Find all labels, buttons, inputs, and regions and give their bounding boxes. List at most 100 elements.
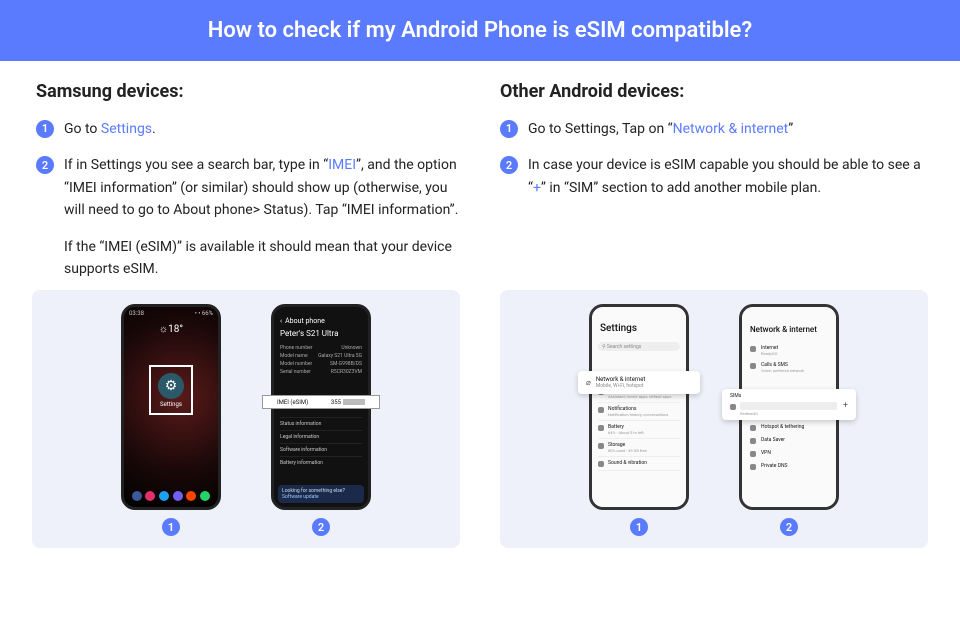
device-name: Peter's S21 Ultra [274,327,368,344]
row-icon [750,346,756,352]
samsung-mock-2: ‹About phone Peter's S21 Ultra Phone num… [271,304,371,536]
list-item: Legal information [280,430,362,443]
about-phone-label: About phone [285,317,325,325]
settings-label: Settings [160,401,182,408]
text: If in Settings you see a search bar, typ… [64,157,328,173]
imei-value: 355 [331,399,341,406]
row-l: Model name [280,353,308,359]
row-sub: Notification history, conversations [608,412,668,417]
row-icon [598,407,604,413]
row-icon [750,363,756,369]
row-r: Galaxy S21 Ultra 5G [318,353,362,359]
row-icon [598,425,604,431]
row-l: Model number [280,361,312,367]
samsung-step-1: 1 Go to Settings. [36,118,460,140]
other-mock-1: Settings ⚲ Search settings AppsAssistant… [589,304,689,536]
imei-esim-label: IMEI (eSIM) [277,399,308,406]
row-icon [750,451,756,457]
page-title: How to check if my Android Phone is eSIM… [208,18,752,43]
row-r: Unknown [341,345,362,351]
search-bar: ⚲ Search settings [598,342,680,351]
status-icons: • • 66% [195,310,213,317]
settings-link[interactable]: Settings [101,121,152,137]
mock-badge: 2 [312,518,330,536]
plus-link[interactable]: + [533,180,541,196]
row-sub: ReadyGO [761,351,778,356]
settings-list: AppsAssistant, recent apps, default apps… [592,381,686,475]
row-r: R5CR30Z3VM [331,369,362,375]
wifi-icon: ⌀ [586,378,591,387]
row-r: SM-G998B/DS [330,361,362,367]
plus-icon: + [843,401,848,411]
popup-sub: Mobile, Wi-Fi, hotspot [596,383,646,389]
mock-badge: 1 [162,518,180,536]
list-item: Software information [280,443,362,456]
content: Samsung devices: 1 Go to Settings. 2 If … [0,61,960,280]
samsung-phone-2: ‹About phone Peter's S21 Ultra Phone num… [271,304,371,510]
sims-popup: SIMs + RedteaGO [722,389,856,420]
other-column: Other Android devices: 1 Go to Settings,… [500,81,924,280]
text: ” [788,121,793,137]
samsung-phone-1: 03:38• • 66% ☼18° ⚙ Settings [121,304,221,510]
row-title: VPN [761,450,771,456]
page-header: How to check if my Android Phone is eSIM… [0,0,960,61]
step-text: If in Settings you see a search bar, typ… [64,154,460,221]
row-l: Serial number [280,369,311,375]
row-sub: Assistant, recent apps, default apps [608,394,671,399]
row-title: Data Saver [761,437,785,443]
samsung-step-2: 2 If in Settings you see a search bar, t… [36,154,460,221]
time: 03:38 [129,310,144,317]
step-text: Go to Settings, Tap on “Network & intern… [528,118,924,140]
sims-label: SIMs [730,393,848,399]
step-text: Go to Settings. [64,118,460,140]
row-sub: 60% used - 49 GB free [608,448,647,453]
footer-link: Software update [282,494,360,500]
network-internet-link[interactable]: Network & internet [673,121,789,137]
samsung-mock-panel: 03:38• • 66% ☼18° ⚙ Settings 1 ‹About ph… [32,290,460,548]
imei-link[interactable]: IMEI [328,157,356,173]
sim-name: RedteaGO [740,411,848,416]
row-icon [598,443,604,449]
step-badge: 2 [36,156,54,174]
row-l: Phone number [280,345,312,351]
other-step-2: 2 In case your device is eSIM capable yo… [500,154,924,199]
other-phone-2: Network & internet InternetReadyGO Calls… [739,304,839,510]
search-placeholder: Search settings [607,344,641,350]
network-title: Network & internet [742,307,836,342]
samsung-column: Samsung devices: 1 Go to Settings. 2 If … [36,81,460,280]
back-icon: ‹ [280,317,282,325]
samsung-step-2-extra: If the “IMEI (eSIM)” is available it sho… [64,236,460,281]
sim-entry [740,402,837,410]
step-badge: 1 [500,120,518,138]
row-icon [750,425,756,431]
text: Go to [64,121,101,137]
mock-badge: 1 [630,518,648,536]
text: Go to Settings, Tap on “ [528,121,673,137]
row-sub: 64% - About 5 hr left [608,430,644,435]
row-title: Hotspot & tethering [761,424,804,430]
list-item: Battery information [280,456,362,469]
row-sub: Voice, preferred network [761,368,804,373]
about-list: Status information Legal information Sof… [280,417,362,469]
samsung-steps: 1 Go to Settings. 2 If in Settings you s… [36,118,460,222]
row-icon [750,438,756,444]
text: . [152,121,156,137]
list-item: Status information [280,417,362,430]
row-icon [598,461,604,467]
mock-row: 03:38• • 66% ☼18° ⚙ Settings 1 ‹About ph… [0,280,960,548]
samsung-mock-1: 03:38• • 66% ☼18° ⚙ Settings 1 [121,304,221,536]
other-step-1: 1 Go to Settings, Tap on “Network & inte… [500,118,924,140]
redacted [343,399,365,405]
other-heading: Other Android devices: [500,81,924,102]
sim-icon [730,404,736,410]
search-icon: ⚲ [602,344,606,350]
step-badge: 2 [500,156,518,174]
dock [130,491,212,501]
other-mock-2: Network & internet InternetReadyGO Calls… [739,304,839,536]
text: ” in “SIM” section to add another mobile… [541,180,821,196]
gear-icon: ⚙ [158,373,184,399]
imei-esim-bar: IMEI (eSIM) 355 [262,395,380,409]
step-text: In case your device is eSIM capable you … [528,154,924,199]
row-title: Sound & vibration [608,460,647,466]
other-phone-1: Settings ⚲ Search settings AppsAssistant… [589,304,689,510]
